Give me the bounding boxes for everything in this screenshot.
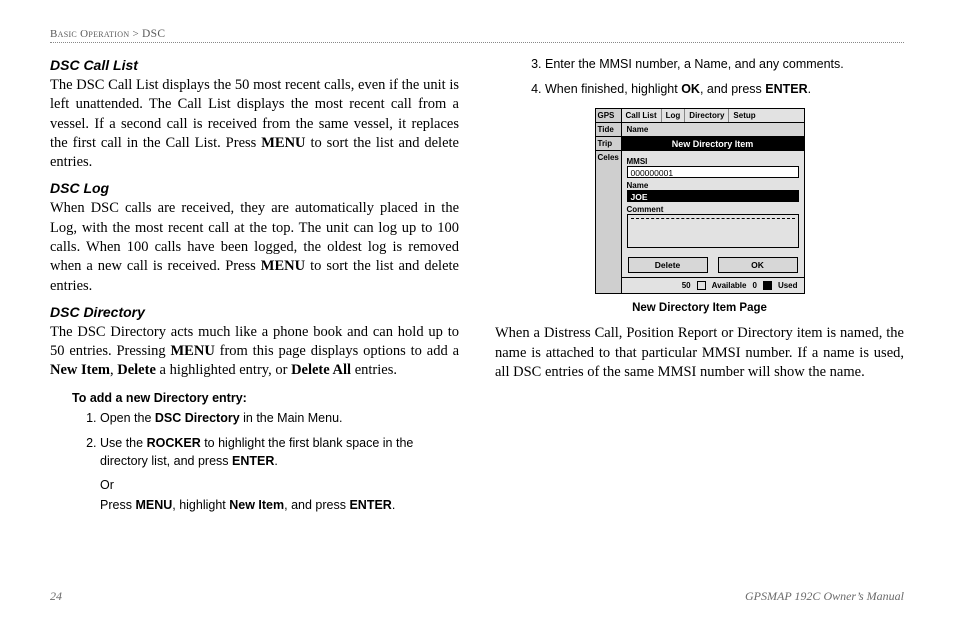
screenshot-side-tabs: GPS Tide Trip Celes	[596, 109, 622, 293]
mmsi-field: 000000001	[627, 166, 799, 178]
step-2-alt: Press MENU, highlight New Item, and pres…	[100, 496, 455, 514]
screenshot-title-bar: New Directory Item	[622, 137, 804, 151]
left-column: DSC Call List The DSC Call List displays…	[50, 49, 459, 521]
page-footer: 24 GPSMAP 192C Owner’s Manual	[50, 589, 904, 604]
comment-label: Comment	[627, 205, 799, 214]
tab: Directory	[685, 109, 729, 122]
step-4: When finished, highlight OK, and press E…	[545, 80, 900, 98]
para-log: When DSC calls are received, they are au…	[50, 199, 459, 295]
side-tab: Tide	[596, 123, 621, 137]
breadcrumb-part2: DSC	[142, 28, 165, 40]
para-call-list: The DSC Call List displays the 50 most r…	[50, 76, 459, 172]
heading-dsc-log: DSC Log	[50, 180, 459, 196]
status-count: 50	[682, 281, 691, 290]
para-naming: When a Distress Call, Position Report or…	[495, 324, 904, 382]
para-directory: The DSC Directory acts much like a phone…	[50, 323, 459, 381]
tab: Log	[662, 109, 686, 122]
used-swatch-icon	[763, 281, 772, 290]
tab: Setup	[729, 109, 759, 122]
screenshot-button-row: Delete OK	[622, 251, 804, 277]
doc-title: GPSMAP 192C Owner’s Manual	[745, 589, 904, 604]
tab: Call List	[622, 109, 662, 122]
figure-caption: New Directory Item Page	[595, 302, 805, 314]
subtab: Name	[622, 123, 654, 136]
device-screenshot: GPS Tide Trip Celes Call List Log Direct…	[595, 108, 805, 294]
status-used-count: 0	[752, 281, 756, 290]
heading-dsc-directory: DSC Directory	[50, 304, 459, 320]
status-available: Available	[712, 281, 747, 290]
breadcrumb-sep: >	[129, 28, 142, 40]
step-2: Use the ROCKER to highlight the first bl…	[100, 434, 455, 515]
page-number: 24	[50, 589, 62, 604]
step-2-or: Or	[100, 476, 455, 494]
status-used: Used	[778, 281, 798, 290]
ok-button: OK	[718, 257, 798, 273]
subhead-add-entry: To add a new Directory entry:	[72, 391, 459, 405]
name-label: Name	[627, 181, 799, 190]
screenshot-subtabs: Name	[622, 123, 804, 137]
right-column: Enter the MMSI number, a Name, and any c…	[495, 49, 904, 521]
comment-field	[627, 214, 799, 248]
available-swatch-icon	[697, 281, 706, 290]
screenshot-status-bar: 50 Available 0 Used	[622, 277, 804, 293]
breadcrumb: Basic Operation > DSC	[50, 28, 904, 43]
step-3: Enter the MMSI number, a Name, and any c…	[545, 55, 900, 73]
side-tab: Trip	[596, 137, 621, 151]
mmsi-label: MMSI	[627, 157, 799, 166]
steps-list-left: Open the DSC Directory in the Main Menu.…	[100, 409, 459, 515]
figure-new-directory-item: GPS Tide Trip Celes Call List Log Direct…	[595, 108, 805, 314]
side-tab: Celes	[596, 151, 621, 164]
screenshot-top-tabs: Call List Log Directory Setup	[622, 109, 804, 123]
step-1: Open the DSC Directory in the Main Menu.	[100, 409, 455, 427]
screenshot-form: MMSI 000000001 Name JOE Comment	[622, 151, 804, 251]
side-tab: GPS	[596, 109, 621, 123]
delete-button: Delete	[628, 257, 708, 273]
heading-dsc-call-list: DSC Call List	[50, 57, 459, 73]
steps-list-right: Enter the MMSI number, a Name, and any c…	[545, 55, 904, 98]
breadcrumb-part1: Basic Operation	[50, 28, 129, 40]
name-field: JOE	[627, 190, 799, 202]
